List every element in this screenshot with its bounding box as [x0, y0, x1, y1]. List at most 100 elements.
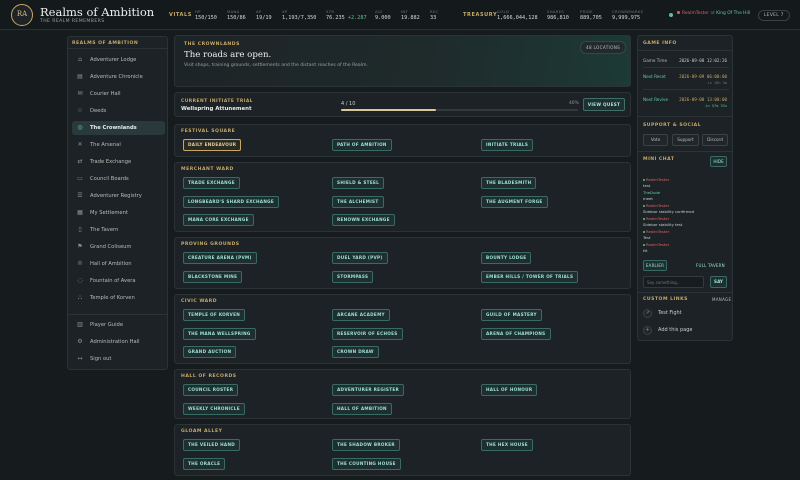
location-button[interactable]: DUEL YARD (PVP)	[332, 252, 388, 264]
logo[interactable]: RA	[11, 4, 33, 26]
location-button[interactable]: TRADE EXCHANGE	[183, 177, 240, 189]
location-button[interactable]: BLACKSTONE MINE	[183, 270, 243, 283]
location-button[interactable]: WEEKLY CHRONICLE	[183, 402, 245, 415]
mug-icon: ▯	[78, 226, 82, 233]
location-button[interactable]: THE ALCHEMIST	[332, 195, 384, 208]
sidebar-item-my-settlement[interactable]: ▦ My Settlement	[72, 206, 165, 220]
location-button[interactable]: RESERVOIR OF ECHOES	[332, 327, 403, 340]
section-proving-grounds: PROVING GROUNDS CREATURE ARENA (PVM) DUEL …	[174, 237, 631, 289]
location-button[interactable]: COUNCIL ROSTER	[183, 384, 239, 396]
location-button[interactable]: THE COUNTING HOUSE	[332, 457, 401, 470]
section-title: CIVIC WARD	[181, 299, 218, 304]
sidebar-item-temple-of-korven[interactable]: ⛬ Temple of Korven	[72, 291, 165, 305]
location-button[interactable]: MANA CORE EXCHANGE	[183, 214, 254, 226]
sidebar-item-council-boards[interactable]: ▭ Council Boards	[72, 172, 165, 186]
location-button[interactable]: RENOWN EXCHANGE	[332, 214, 395, 226]
hero-subtitle: Visit shops, training grounds, settlemen…	[184, 63, 368, 68]
stat-int: INT 19.882	[401, 9, 420, 21]
sidebar-item-adventurer-lodge[interactable]: ⌂ Adventurer Lodge	[72, 53, 165, 67]
section-title: PROVING GROUNDS	[181, 242, 240, 247]
vote-button[interactable]: Vote	[643, 134, 668, 146]
star-icon: ☆	[77, 107, 83, 114]
sidebar-item-administration-hall[interactable]: ⚙ Administration Hall	[72, 335, 165, 349]
sidebar-item-adventure-chronicle[interactable]: ▤ Adventure Chronicle	[72, 70, 165, 84]
sidebar-item-sign-out[interactable]: ↦ Sign out	[72, 352, 165, 366]
chat-author[interactable]: RealmTester	[643, 177, 669, 182]
location-button[interactable]: GRAND AUCTION	[183, 346, 237, 358]
location-button[interactable]: ARENA OF CHAMPIONS	[481, 327, 551, 340]
location-button[interactable]: HALL OF AMBITION	[332, 402, 392, 415]
locations-count-button[interactable]: 48 LOCATIONS	[580, 41, 627, 54]
location-button[interactable]: INITIATE TRIALS	[481, 139, 534, 151]
divider	[643, 89, 729, 90]
location-button[interactable]: SHIELD & STEEL	[332, 177, 385, 189]
sidebar-item-fountain-of-avera[interactable]: ◌ Fountain of Avera	[72, 274, 165, 288]
brand-title[interactable]: Realms of Ambition	[40, 5, 154, 19]
view-quest-button[interactable]: VIEW QUEST	[583, 98, 625, 111]
chat-message: Sidebar stability confirmed	[643, 209, 695, 214]
chat-author[interactable]: TheDude	[643, 190, 660, 195]
chat-author[interactable]: RealmTester	[643, 242, 669, 247]
location-button[interactable]: BOUNTY LODGE	[481, 252, 532, 264]
custom-links-title: CUSTOM LINKS	[643, 297, 688, 302]
chat-author[interactable]: RealmTester	[643, 229, 669, 234]
username[interactable]: RealmTester	[682, 11, 709, 16]
sidebar-item-the-tavern[interactable]: ▯ The Tavern	[72, 223, 165, 237]
sidebar-item-trade-exchange[interactable]: ⇄ Trade Exchange	[72, 155, 165, 169]
location-button[interactable]: EMBER HILLS / TOWER OF TRIALS	[481, 270, 579, 283]
chat-input[interactable]	[643, 276, 704, 288]
location-button[interactable]: THE VEILED HAND	[183, 439, 241, 451]
earlier-messages-button[interactable]: EARLIER	[643, 260, 667, 271]
custom-link-test-fight[interactable]: ↗ Test Fight	[643, 308, 682, 318]
location-button[interactable]: THE ORACLE	[183, 457, 226, 470]
hide-chat-button[interactable]: HIDE	[710, 156, 727, 167]
location-button[interactable]: HALL OF HONOUR	[481, 384, 538, 396]
chat-author[interactable]: RealmTester	[643, 216, 669, 221]
guide-icon: ▥	[77, 321, 83, 328]
sidebar-item-label: Adventurer Registry	[90, 193, 142, 199]
location-button[interactable]: THE MANA WELLSPRING	[183, 327, 256, 340]
location-button[interactable]: ARCANE ACADEMY	[332, 309, 390, 321]
settlement-icon: ▦	[77, 209, 83, 216]
location-button[interactable]: THE AUGMENT FORGE	[481, 195, 548, 208]
sidebar-item-the-crownlands[interactable]: ◎ The Crownlands	[72, 121, 165, 135]
realm-name[interactable]: King Of The Hill	[716, 11, 750, 16]
section-merchant-ward: MERCHANT WARD TRADE EXCHANGE SHIELD & STEE…	[174, 162, 631, 232]
stat-pride: PRIDE 889,705	[580, 9, 602, 21]
location-button[interactable]: THE SHADOW BROKER	[332, 439, 400, 451]
sidebar-item-hall-of-ambition[interactable]: ♔ Hall of Ambition	[72, 257, 165, 271]
sidebar-item-label: Courier Hall	[90, 91, 121, 97]
chat-message: Test	[643, 235, 651, 240]
manage-links-button[interactable]: MANAGE	[712, 297, 731, 302]
support-button[interactable]: Support	[672, 134, 699, 146]
location-button[interactable]: ADVENTURER REGISTER	[332, 384, 405, 396]
stat-gold: GOLD 1,666,044,128	[497, 9, 538, 21]
location-button[interactable]: PATH OF AMBITION	[332, 139, 392, 151]
sidebar-item-courier-hall[interactable]: ✉ Courier Hall	[72, 87, 165, 101]
say-button[interactable]: SAY	[710, 276, 727, 288]
location-button[interactable]: TEMPLE OF KORVEN	[183, 309, 246, 321]
location-button[interactable]: DAILY ENDEAVOUR	[183, 139, 242, 151]
chat-author[interactable]: RealmTester	[643, 203, 669, 208]
vitals-label: VITALS	[169, 12, 193, 18]
sidebar-item-adventurer-registry[interactable]: ☰ Adventurer Registry	[72, 189, 165, 203]
signout-icon: ↦	[77, 355, 83, 362]
gear-icon: ⚙	[77, 338, 83, 345]
location-button[interactable]: CROWN DRAW	[332, 346, 379, 358]
sidebar-item-the-arsenal[interactable]: ✕ The Arsenal	[72, 138, 165, 152]
next-reset-relative: in 16h 5m	[707, 81, 727, 85]
sidebar-item-grand-coliseum[interactable]: ⚑ Grand Coliseum	[72, 240, 165, 254]
location-button[interactable]: STORMPASS	[332, 270, 374, 283]
full-tavern-link[interactable]: FULL TAVERN	[696, 263, 725, 268]
sidebar-item-deeds[interactable]: ☆ Deeds	[72, 104, 165, 118]
location-button[interactable]: CREATURE ARENA (PVM)	[183, 252, 257, 264]
user-info[interactable]: RealmTester at King Of The Hill	[677, 11, 750, 16]
location-button[interactable]: GUILD OF MASTERY	[481, 309, 542, 321]
location-button[interactable]: THE BLADESMITH	[481, 177, 537, 189]
discord-button[interactable]: Discord	[702, 134, 728, 146]
sidebar-item-player-guide[interactable]: ▥ Player Guide	[72, 318, 165, 332]
location-button[interactable]: LONGBEARD'S SHARD EXCHANGE	[183, 195, 280, 208]
section-civic-ward: CIVIC WARD TEMPLE OF KORVEN ARCANE ACADEMY…	[174, 294, 631, 364]
custom-link-add-this-page[interactable]: + Add this page	[643, 325, 692, 335]
location-button[interactable]: THE HEX HOUSE	[481, 439, 533, 451]
